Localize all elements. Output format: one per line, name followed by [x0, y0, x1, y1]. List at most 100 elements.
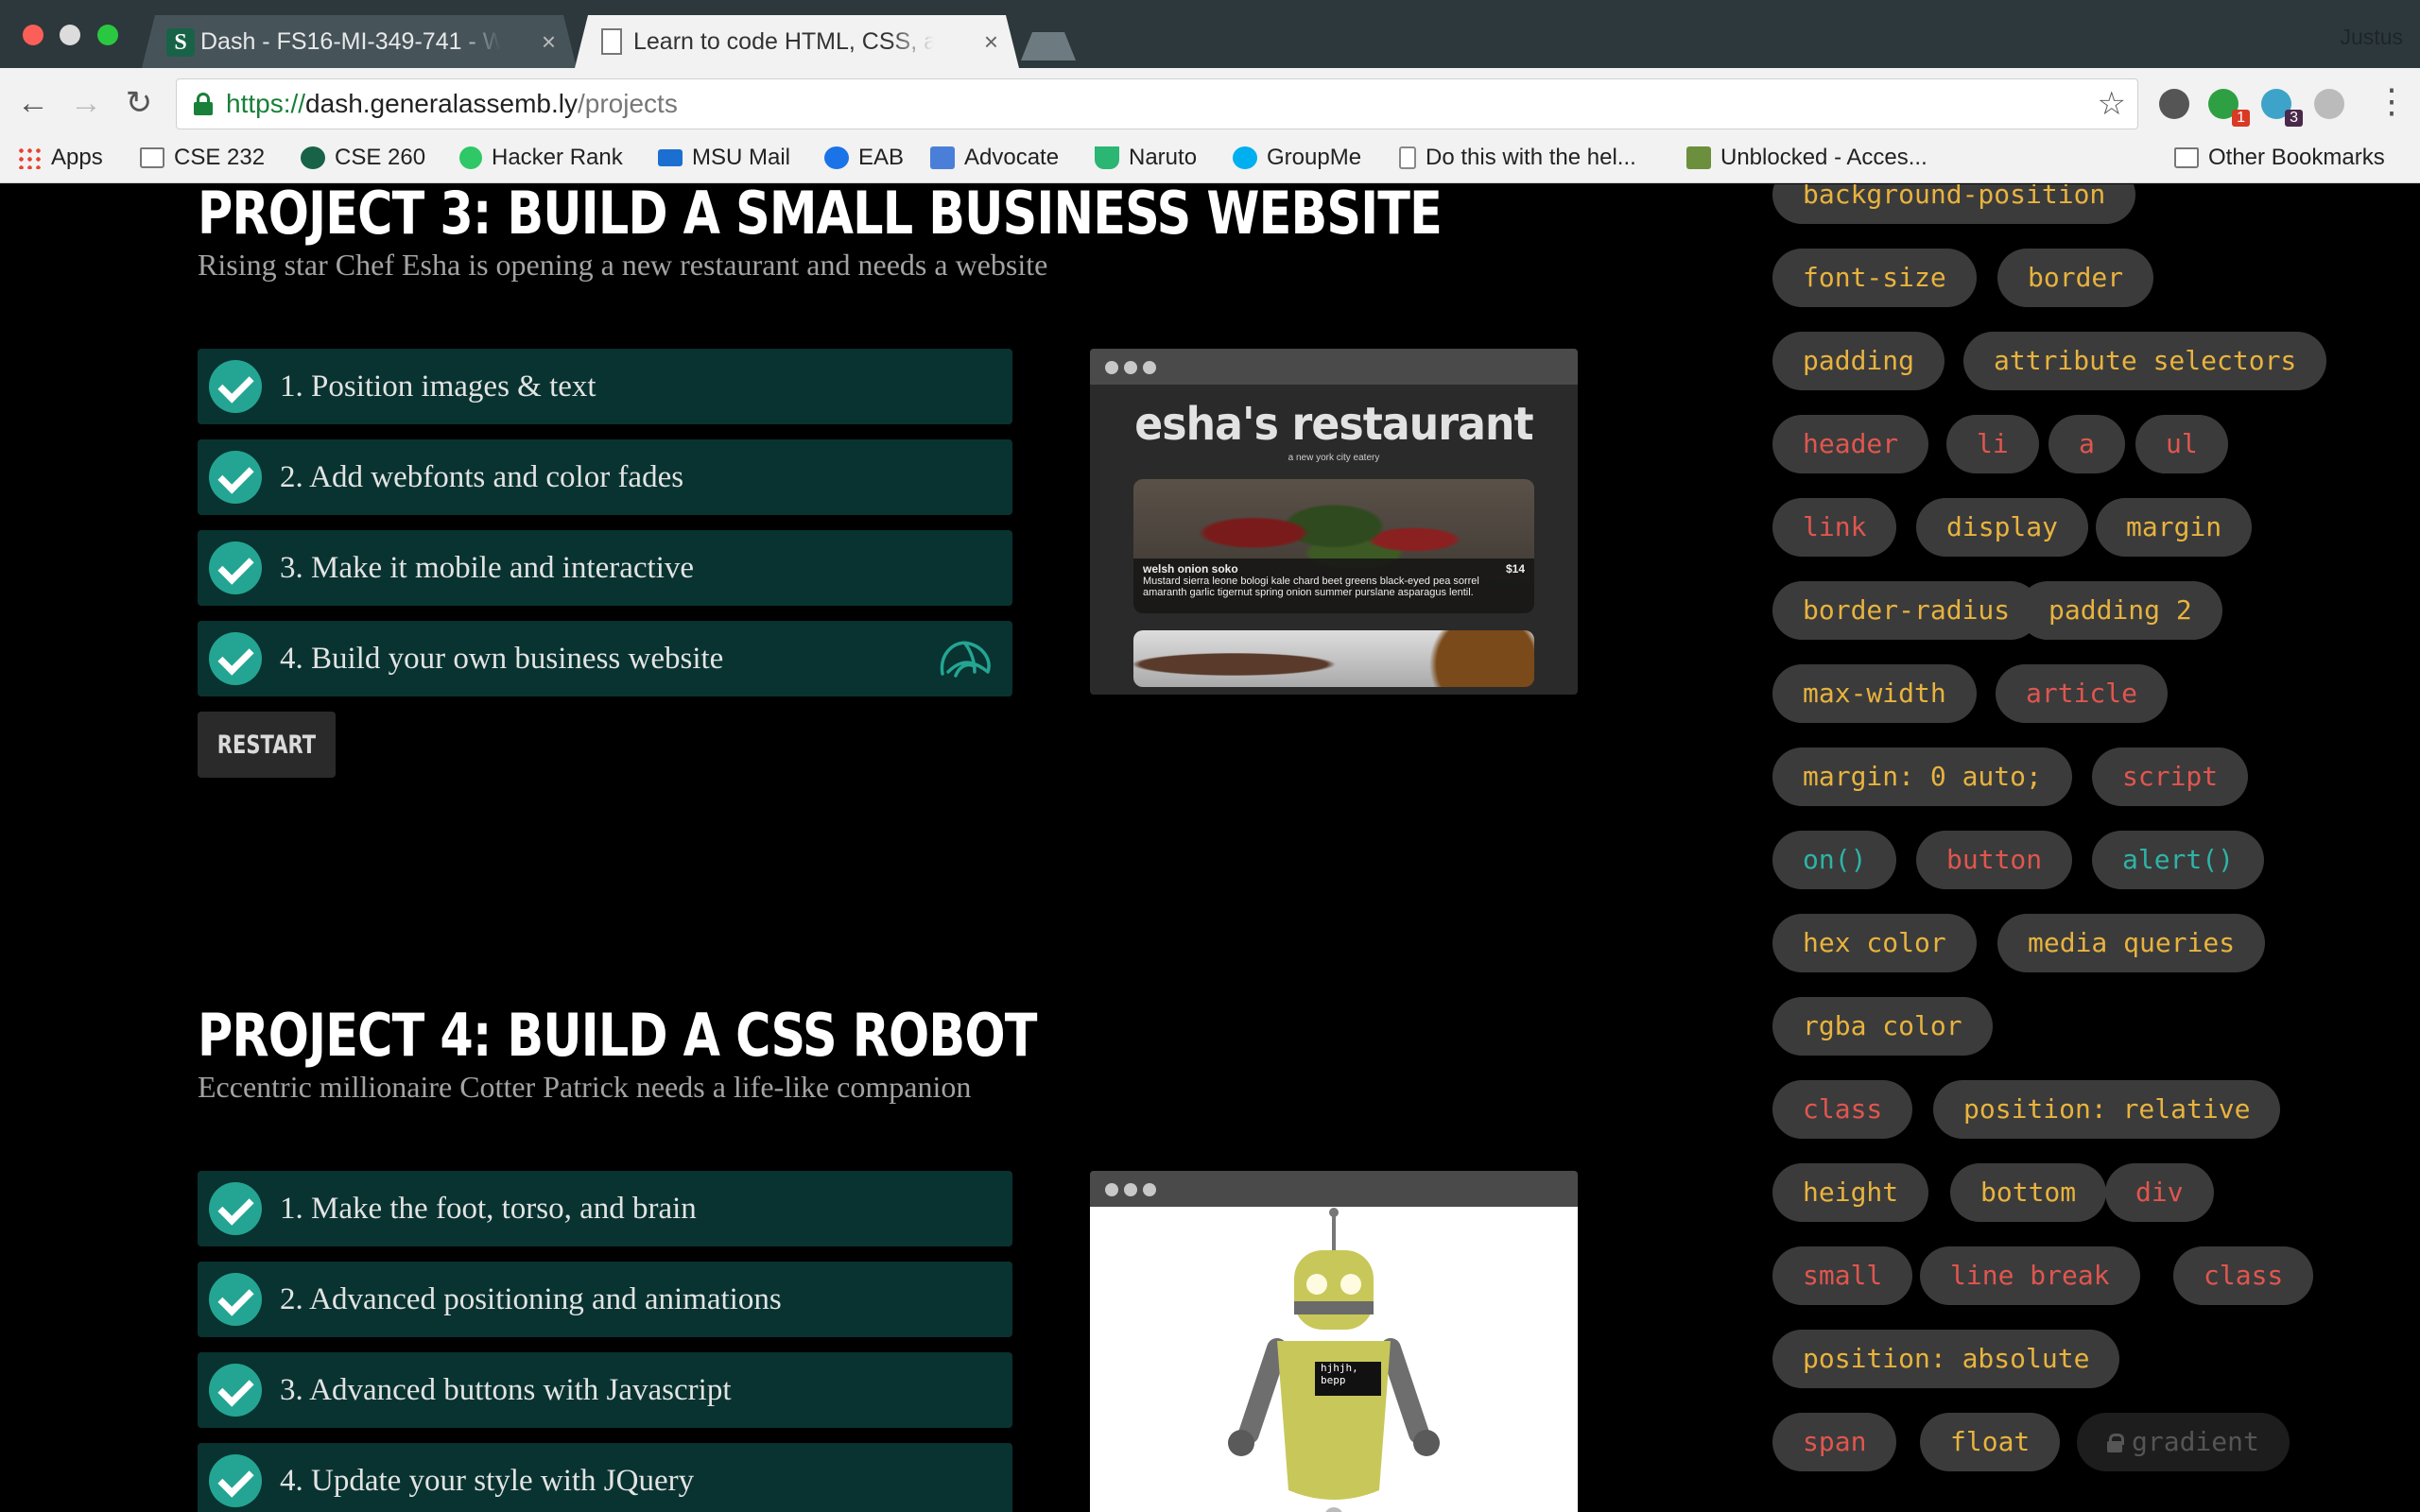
bookmark-unblocked[interactable]: Unblocked - Acces...	[1686, 138, 1927, 183]
general-assembly-logo-icon	[940, 641, 991, 678]
project-preview[interactable]: hjhjh, bepp	[1090, 1171, 1578, 1512]
reload-icon[interactable]: ↻	[117, 81, 161, 125]
skill-tag[interactable]: link	[1772, 498, 1897, 557]
project-step[interactable]: 1. Make the foot, torso, and brain	[198, 1171, 1012, 1246]
bookmark-other[interactable]: Other Bookmarks	[2174, 138, 2385, 183]
skill-tag[interactable]: media queries	[1997, 914, 2266, 972]
project-step[interactable]: 2. Advanced positioning and animations	[198, 1262, 1012, 1337]
skill-tag[interactable]: display	[1916, 498, 2089, 557]
menu-kebab-icon[interactable]: ⋮	[2375, 81, 2409, 121]
skill-tag-locked: gradient	[2077, 1413, 2290, 1471]
bookmark-label: EAB	[858, 145, 905, 170]
profile-name[interactable]: Justus	[2341, 25, 2403, 50]
project-step[interactable]: 3. Advanced buttons with Javascript	[198, 1352, 1012, 1428]
skill-tag[interactable]: max-width	[1772, 664, 1977, 723]
bookmark-groupme[interactable]: GroupMe	[1233, 138, 1361, 183]
bookmark-msu-mail[interactable]: MSU Mail	[658, 138, 790, 183]
skill-tag[interactable]: button	[1916, 831, 2073, 889]
skill-tag[interactable]: margin	[2096, 498, 2253, 557]
bookmark-label: Naruto	[1129, 145, 1198, 170]
skill-tag[interactable]: margin: 0 auto;	[1772, 747, 2072, 806]
address-bar[interactable]: https://dash.generalassemb.ly/projects ☆	[176, 78, 2138, 129]
skill-tag[interactable]: position: relative	[1933, 1080, 2281, 1139]
bookmark-apps[interactable]: Apps	[17, 138, 103, 183]
skill-tag[interactable]: script	[2092, 747, 2249, 806]
bookmark-eab[interactable]: EAB	[824, 138, 904, 183]
skill-tag[interactable]: float	[1920, 1413, 2061, 1471]
skill-tag[interactable]: height	[1772, 1163, 1929, 1222]
skill-tag[interactable]: position: absolute	[1772, 1330, 2120, 1388]
skill-tag[interactable]: ul	[2135, 415, 2228, 473]
step-label: 2. Advanced positioning and animations	[280, 1282, 782, 1316]
project-step[interactable]: 2. Add webfonts and color fades	[198, 439, 1012, 515]
skill-tag[interactable]: class	[1772, 1080, 1913, 1139]
close-icon[interactable]: ×	[984, 15, 998, 68]
w-icon[interactable]	[2159, 89, 2189, 119]
skill-tag[interactable]: alert()	[2092, 831, 2265, 889]
forward-arrow-icon[interactable]: →	[64, 81, 108, 125]
checkmark-icon	[209, 360, 262, 413]
skill-tag[interactable]: attribute selectors	[1963, 332, 2327, 390]
window-dot-icon	[1124, 1183, 1137, 1196]
bookmark-naruto[interactable]: Naruto	[1095, 138, 1197, 183]
skill-tag[interactable]: border-radius	[1772, 581, 2041, 640]
bookmark-cse-232[interactable]: CSE 232	[140, 138, 265, 183]
window-dot-icon	[1143, 1183, 1156, 1196]
bookmark-do-this[interactable]: Do this with the hel...	[1399, 138, 1636, 183]
restart-button[interactable]: RESTART	[198, 712, 336, 778]
skill-tag[interactable]: a	[2048, 415, 2125, 473]
bookmark-label: CSE 232	[174, 145, 266, 170]
skill-tag[interactable]: on()	[1772, 831, 1897, 889]
skill-tag[interactable]: article	[1996, 664, 2169, 723]
lock-icon	[2107, 1434, 2124, 1452]
step-label: 4. Build your own business website	[280, 642, 724, 676]
skill-tag[interactable]: li	[1946, 415, 2039, 473]
apps-icon	[17, 146, 42, 169]
skill-tag[interactable]: header	[1772, 415, 1929, 473]
new-tab-button[interactable]	[1021, 32, 1076, 60]
skill-tag[interactable]: background-position	[1772, 184, 2136, 224]
slack-icon[interactable]: 3	[2261, 89, 2303, 127]
mail-icon	[658, 149, 683, 166]
project-step[interactable]: 4. Build your own business website	[198, 621, 1012, 696]
window-dot-icon	[1124, 361, 1137, 374]
skill-tag[interactable]: border	[1997, 249, 2154, 307]
skill-tag[interactable]: hex color	[1772, 914, 1977, 972]
skill-tag[interactable]: font-size	[1772, 249, 1977, 307]
url-text[interactable]: https://dash.generalassemb.ly/projects	[226, 79, 678, 129]
bookmark-hacker-rank[interactable]: Hacker Rank	[459, 138, 623, 183]
restart-label: RESTART	[216, 730, 317, 760]
bookmark-advocate[interactable]: Advocate	[930, 138, 1059, 183]
skill-tag[interactable]: small	[1772, 1246, 1913, 1305]
bookmark-star-icon[interactable]: ☆	[2098, 85, 2126, 123]
maximize-window-button[interactable]	[97, 25, 118, 45]
checkmark-icon	[209, 451, 262, 504]
skill-tag[interactable]: div	[2105, 1163, 2214, 1222]
www-icon[interactable]	[2314, 89, 2344, 119]
skill-tag[interactable]: padding 2	[2018, 581, 2222, 640]
back-arrow-icon[interactable]: ←	[11, 81, 55, 125]
skill-tag[interactable]: padding	[1772, 332, 1945, 390]
minimize-window-button[interactable]	[60, 25, 80, 45]
groupme-icon	[1233, 146, 1257, 169]
bookmark-cse-260[interactable]: CSE 260	[301, 138, 425, 183]
close-icon[interactable]: ×	[542, 15, 556, 68]
project-step[interactable]: 3. Make it mobile and interactive	[198, 530, 1012, 606]
project-step[interactable]: 4. Update your style with JQuery	[198, 1443, 1012, 1512]
project-step[interactable]: 1. Position images & text	[198, 349, 1012, 424]
step-label: 3. Make it mobile and interactive	[280, 551, 695, 585]
project-subtitle: Eccentric millionaire Cotter Patrick nee…	[198, 1070, 972, 1104]
close-window-button[interactable]	[23, 25, 43, 45]
skill-tag[interactable]: rgba color	[1772, 997, 1993, 1056]
url-scheme: https://	[226, 89, 306, 118]
skill-tag[interactable]: class	[2173, 1246, 2314, 1305]
naruto-icon	[1095, 146, 1119, 169]
skill-tag[interactable]: bottom	[1950, 1163, 2107, 1222]
skill-tag[interactable]: line break	[1920, 1246, 2140, 1305]
evernote-icon[interactable]: 1	[2208, 89, 2250, 127]
skill-tag[interactable]: span	[1772, 1413, 1897, 1471]
tab-learn-to-code[interactable]: Learn to code HTML, CSS, and ×	[575, 15, 1019, 68]
project-preview[interactable]: esha's restaurant a new york city eatery…	[1090, 349, 1578, 695]
extension-badge: 3	[2285, 110, 2303, 127]
tab-dash[interactable]: S Dash - FS16-MI-349-741 - W ×	[142, 15, 577, 68]
